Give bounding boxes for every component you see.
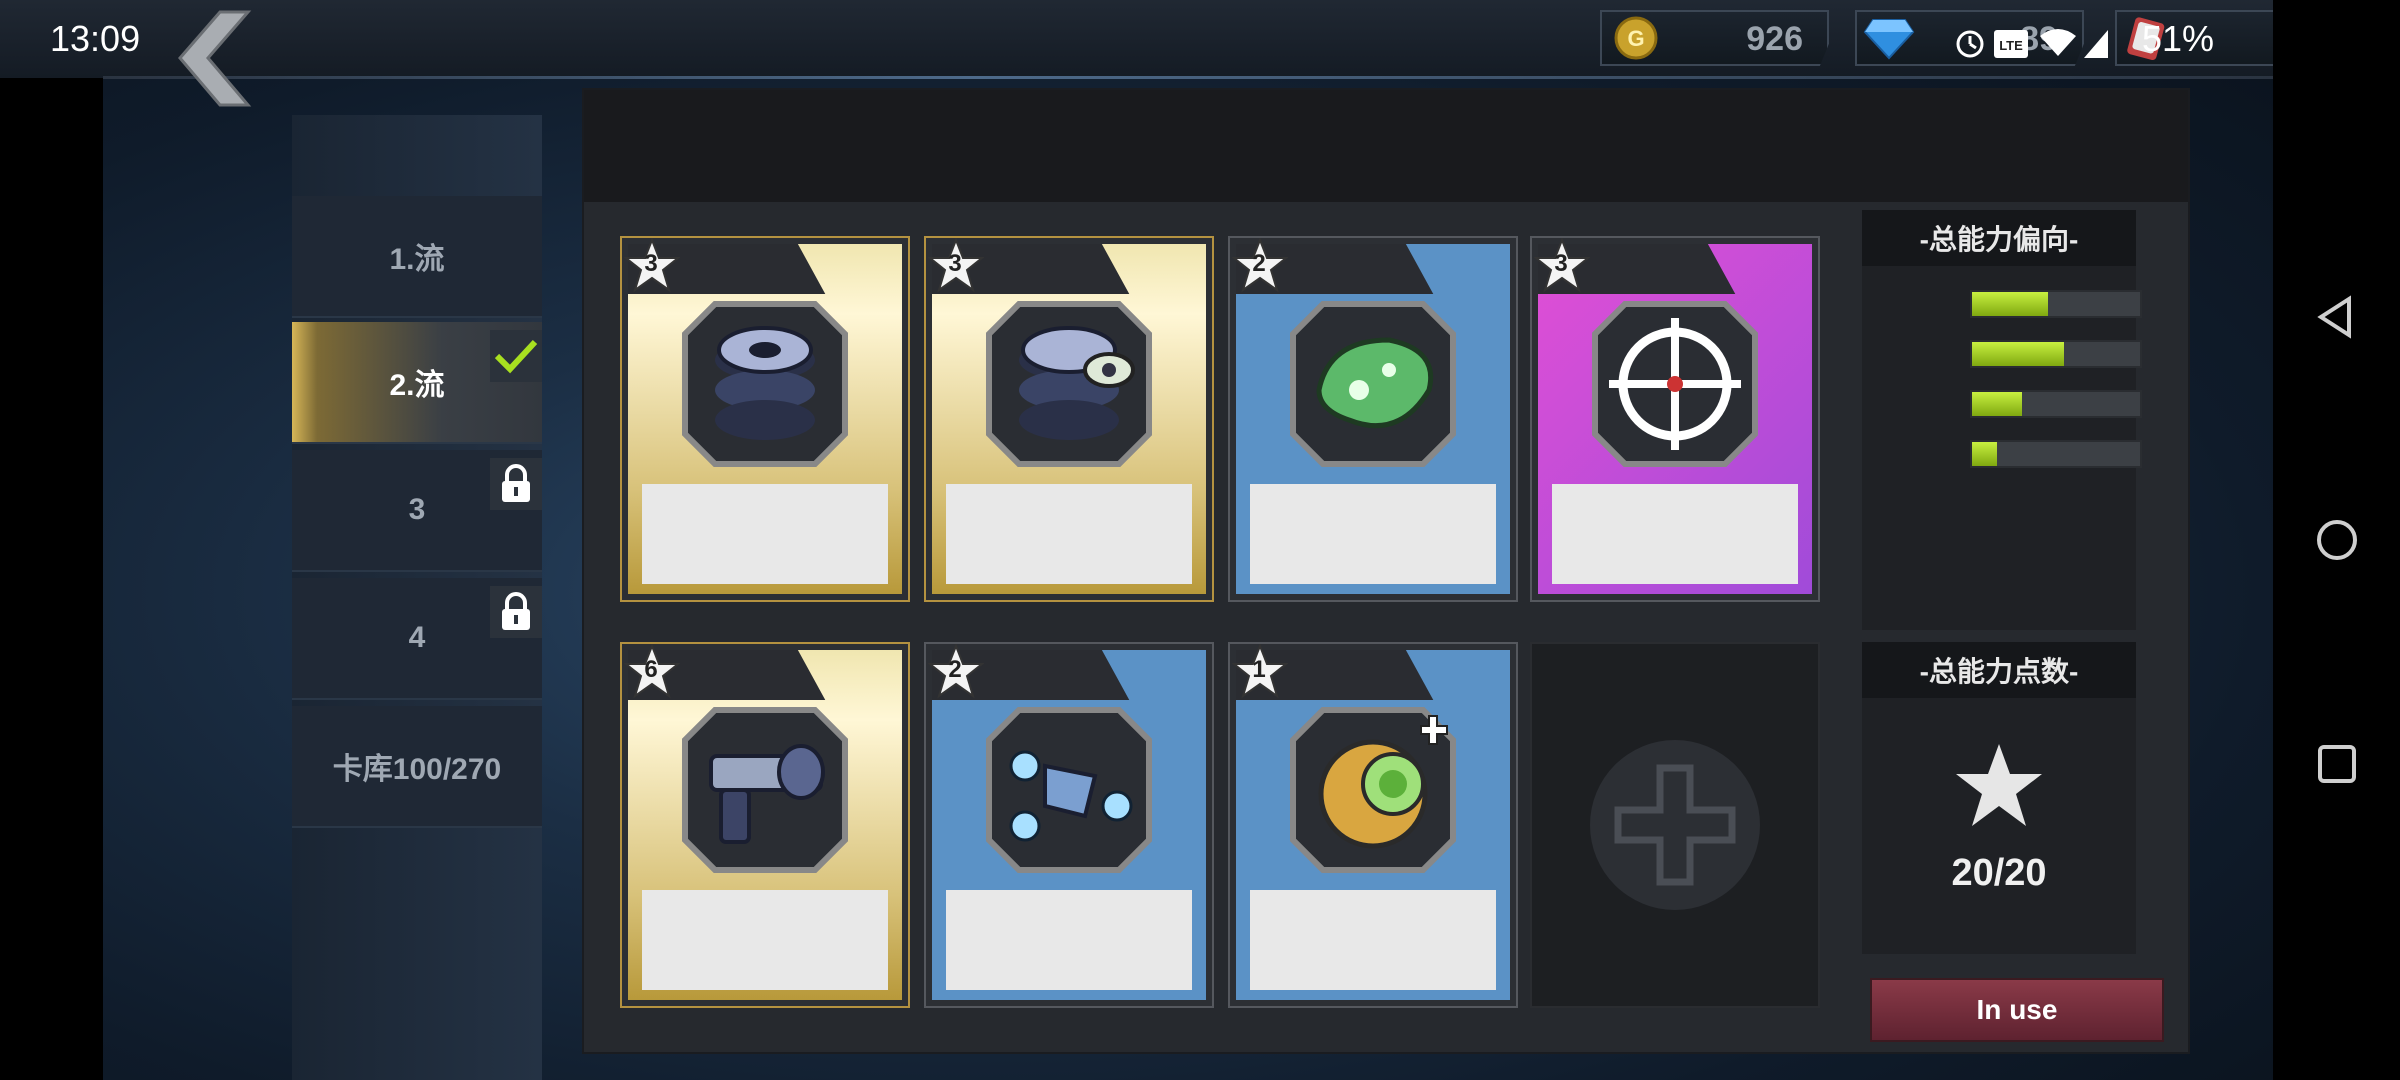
gold-amount: 926: [1746, 20, 1803, 58]
ability-points-panel: -总能力点数- 20/20: [1862, 642, 2136, 954]
status-icons: LTE: [1956, 29, 2108, 58]
skill-card[interactable]: 3: [1530, 236, 1820, 602]
skill-card[interactable]: 3: [924, 236, 1214, 602]
crosshair-icon: [1592, 301, 1758, 467]
diamond-icon: [1863, 19, 1915, 60]
skill-card[interactable]: 2: [924, 642, 1214, 1008]
bias-bar-fill: [1972, 342, 2065, 366]
card-level-star: 2: [927, 643, 988, 704]
card-label-area: [946, 890, 1192, 990]
tab-label: 2.流: [389, 369, 445, 402]
tab-label: 卡库100/270: [332, 753, 502, 786]
add-card-button[interactable]: [1590, 740, 1760, 910]
back-triangle-icon[interactable]: [2315, 295, 2359, 339]
panel-header: [584, 90, 2188, 202]
skill-card[interactable]: 2: [1228, 236, 1518, 602]
gold-coin-icon: G: [1614, 16, 1658, 60]
card-level: 2: [948, 656, 962, 683]
bias-bar-fill: [1972, 292, 2048, 316]
bias-bar: [1970, 290, 2142, 318]
tab-label: 3: [408, 493, 426, 526]
ability-points-title: -总能力点数-: [1862, 642, 2136, 698]
top-divider: [103, 76, 2273, 79]
lock-icon: [502, 592, 530, 630]
drone-icon: [986, 707, 1152, 873]
bias-bar: [1970, 390, 2142, 418]
battery-percent: 51%: [2142, 18, 2215, 59]
card-icon-frame: [1591, 300, 1759, 468]
card-label-area: [946, 484, 1192, 584]
ability-bias-title: -总能力偏向-: [1862, 210, 2136, 266]
bias-bar: [1970, 340, 2142, 368]
card-level: 3: [1554, 250, 1568, 277]
tab-label: 1.流: [389, 243, 445, 276]
status-time: 13:09: [50, 18, 141, 59]
card-level: 6: [644, 656, 658, 683]
tab-card-library[interactable]: 卡库100/270: [292, 706, 542, 828]
card-level-star: 3: [1533, 237, 1594, 298]
card-level: 3: [948, 250, 962, 277]
home-circle-icon[interactable]: [2315, 518, 2359, 562]
pistol-icon: [682, 707, 848, 873]
card-icon-frame: [681, 300, 849, 468]
lock-badge: [490, 586, 542, 638]
back-button[interactable]: [170, 6, 260, 111]
card-icon-frame: [1289, 300, 1457, 468]
checkmark-icon: [494, 339, 538, 374]
tab-label: 4: [408, 621, 426, 654]
in-use-button[interactable]: In use: [1870, 978, 2164, 1042]
lock-icon: [502, 464, 530, 502]
card-label-area: [642, 890, 888, 990]
card-label-area: [1250, 484, 1496, 584]
ability-bias-panel: -总能力偏向-: [1862, 210, 2142, 630]
card-label-area: [1250, 890, 1496, 990]
stacked-tires-icon: [682, 301, 848, 467]
skill-card[interactable]: 1: [1228, 642, 1518, 1008]
card-level-star: 2: [1231, 237, 1292, 298]
gold-counter[interactable]: G 926: [1600, 10, 1829, 66]
svg-text:LTE: LTE: [1999, 38, 2023, 53]
tires-eye-icon: [986, 301, 1152, 467]
active-badge: [490, 330, 542, 382]
star-icon: [1956, 744, 2042, 826]
card-icon-frame: [1289, 706, 1457, 874]
plus-icon: [1614, 764, 1736, 886]
tab-loadout-1[interactable]: 1.流: [292, 196, 542, 318]
card-level-star: 3: [927, 237, 988, 298]
bias-bar-fill: [1972, 392, 2023, 416]
empty-card-slot[interactable]: [1530, 642, 1820, 1008]
card-icon-frame: [681, 706, 849, 874]
green-armor-icon: [1290, 301, 1456, 467]
lock-badge: [490, 458, 542, 510]
card-level: 1: [1252, 656, 1266, 683]
card-level: 3: [644, 250, 658, 277]
card-label-area: [1552, 484, 1798, 584]
orb-plus-icon: [1290, 707, 1456, 873]
svg-text:G: G: [1627, 26, 1644, 51]
card-level-star: 1: [1231, 643, 1292, 704]
chevron-left-icon: [178, 10, 252, 107]
card-icon-frame: [985, 706, 1153, 874]
card-level-star: 6: [623, 643, 684, 704]
recents-square-icon[interactable]: [2315, 742, 2359, 786]
card-level-star: 3: [623, 237, 684, 298]
bias-bar: [1970, 440, 2142, 468]
skill-card[interactable]: 6: [620, 642, 910, 1008]
android-nav-bar: [2273, 0, 2400, 1080]
skill-card[interactable]: 3: [620, 236, 910, 602]
card-level: 2: [1252, 250, 1266, 277]
bias-bar-fill: [1972, 442, 1998, 466]
card-icon-frame: [985, 300, 1153, 468]
ability-points-value: 20/20: [1951, 852, 2047, 894]
card-label-area: [642, 484, 888, 584]
